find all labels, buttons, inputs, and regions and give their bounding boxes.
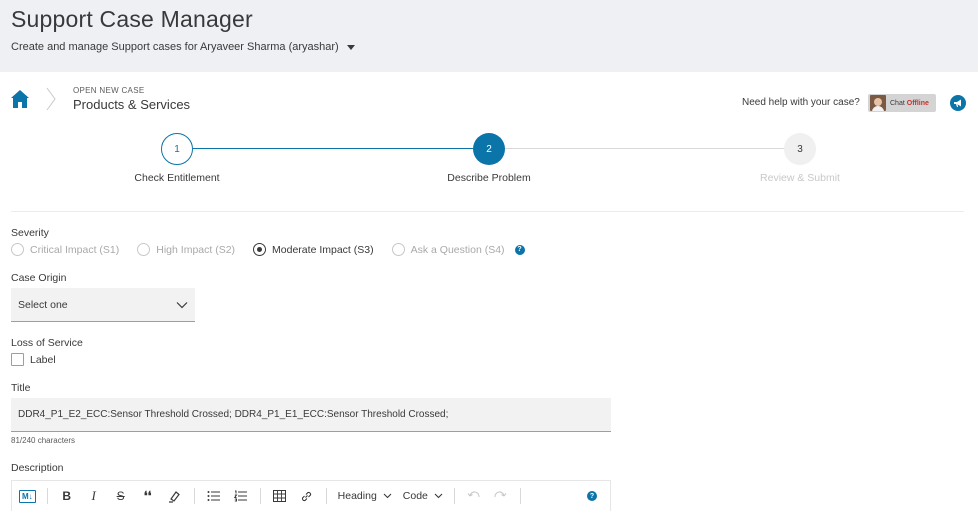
loss-of-service-option[interactable]: Label: [11, 353, 56, 366]
page-header: Support Case Manager Create and manage S…: [0, 0, 978, 72]
link-icon: [302, 491, 312, 501]
quote-button[interactable]: ❛❛: [140, 486, 156, 506]
home-icon[interactable]: [10, 89, 30, 109]
undo-icon: [467, 491, 480, 498]
stepper-line-complete: [193, 148, 473, 149]
caret-down-icon[interactable]: [346, 45, 355, 50]
numbered-list-button[interactable]: [233, 486, 249, 506]
breadcrumb-title: Products & Services: [73, 97, 191, 112]
code-label: Code: [402, 490, 428, 502]
redo-button[interactable]: [493, 486, 509, 506]
heading-label: Heading: [337, 490, 377, 502]
bullet-list-button[interactable]: [206, 486, 222, 506]
italic-button[interactable]: I: [86, 486, 102, 506]
agent-avatar: [870, 95, 886, 111]
severity-option-s2[interactable]: High Impact (S2): [137, 243, 235, 256]
severity-option-s3[interactable]: Moderate Impact (S3): [253, 243, 374, 256]
case-origin-select[interactable]: Select one: [11, 288, 195, 322]
stepper-line-pending: [505, 148, 785, 149]
table-icon: [273, 490, 287, 502]
title-char-count: 81/240 characters: [11, 436, 76, 445]
step-2-circle[interactable]: 2: [473, 133, 505, 165]
severity-option-s4[interactable]: Ask a Question (S4): [391, 243, 505, 256]
radio-button[interactable]: [253, 243, 267, 256]
chevron-down-icon: [176, 301, 188, 308]
strikethrough-button[interactable]: S: [113, 486, 129, 506]
chat-status: Offline: [906, 99, 929, 107]
title-input[interactable]: DDR4_P1_E2_ECC:Sensor Threshold Crossed;…: [11, 398, 611, 432]
severity-label: Severity: [11, 227, 49, 239]
chevron-down-icon: [434, 493, 443, 499]
case-origin-value: Select one: [18, 298, 68, 311]
case-origin-label: Case Origin: [11, 272, 67, 284]
link-button[interactable]: [299, 486, 315, 506]
account-subtitle: Create and manage Support cases for Arya…: [11, 41, 339, 53]
heading-dropdown[interactable]: Heading: [338, 490, 392, 502]
toolbar-divider: [325, 488, 327, 504]
markdown-icon: M↓: [19, 489, 36, 503]
toolbar-divider: [193, 488, 195, 504]
info-icon[interactable]: ?: [514, 244, 525, 255]
step-3-circle: 3: [784, 133, 816, 165]
step-1-circle[interactable]: 1: [161, 133, 193, 165]
toolbar-divider: [259, 488, 261, 504]
account-switcher[interactable]: Create and manage Support cases for Arya…: [11, 41, 355, 53]
severity-radio-group: Critical Impact (S1) High Impact (S2) Mo…: [11, 243, 525, 256]
highlighter-icon: [169, 490, 180, 503]
code-dropdown[interactable]: Code: [403, 490, 443, 502]
editor-toolbar: M↓ B I S ❛❛ Heading Code ?: [11, 480, 611, 511]
help-text: Need help with your case?: [742, 97, 860, 108]
table-button[interactable]: [272, 486, 288, 506]
checkbox-label: Label: [30, 353, 56, 366]
step-3-label: Review & Submit: [760, 172, 840, 184]
radio-button[interactable]: [391, 243, 405, 256]
severity-option-s1[interactable]: Critical Impact (S1): [11, 243, 119, 256]
numbered-list-icon: [233, 490, 247, 502]
undo-button[interactable]: [466, 486, 482, 506]
chat-button[interactable]: Chat Offline: [868, 94, 936, 112]
description-label: Description: [11, 462, 64, 474]
step-1-label: Check Entitlement: [134, 172, 220, 184]
section-divider: [11, 211, 964, 212]
chat-label: Chat Offline: [890, 99, 929, 107]
page-title: Support Case Manager: [11, 6, 253, 32]
step-2-label: Describe Problem: [447, 172, 531, 184]
bold-button[interactable]: B: [59, 486, 75, 506]
bullet-list-icon: [207, 491, 220, 501]
title-label: Title: [11, 382, 31, 394]
toolbar-divider: [453, 488, 455, 504]
toolbar-divider: [519, 488, 521, 504]
toolbar-divider: [46, 488, 48, 504]
chevron-down-icon: [383, 493, 392, 499]
megaphone-icon[interactable]: [950, 95, 966, 111]
redo-icon: [494, 491, 507, 498]
radio-button[interactable]: [137, 243, 151, 256]
breadcrumb-kicker: OPEN NEW CASE: [73, 86, 145, 95]
loss-of-service-label: Loss of Service: [11, 337, 83, 349]
radio-button[interactable]: [11, 243, 24, 256]
editor-help-icon[interactable]: ?: [587, 491, 597, 501]
chevron-right-icon: [46, 87, 56, 111]
highlight-button[interactable]: [167, 486, 183, 506]
loss-of-service-checkbox[interactable]: [11, 353, 24, 366]
markdown-toggle[interactable]: M↓: [19, 486, 36, 506]
